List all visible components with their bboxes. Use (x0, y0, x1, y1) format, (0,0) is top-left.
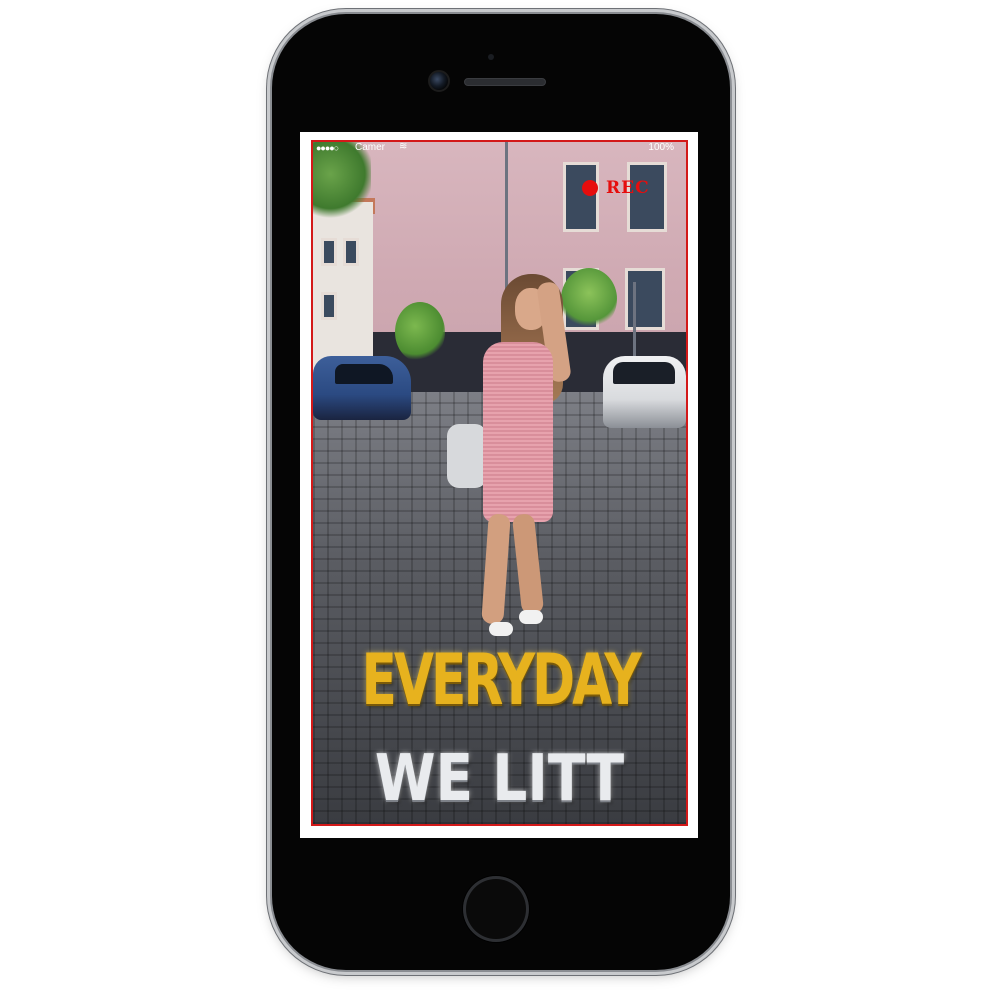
home-button[interactable] (463, 876, 529, 942)
front-camera-icon (428, 70, 450, 92)
phone-power-button[interactable] (730, 198, 736, 250)
proximity-sensor (488, 54, 494, 60)
status-bar: ●●●●○ Camer ≋ 100% (313, 141, 686, 154)
earpiece-speaker (464, 78, 546, 86)
headline-we-litt: WE LITT (374, 742, 625, 816)
rec-indicator: REC (582, 178, 650, 198)
headline-everyday: EVERYDAY (361, 639, 641, 721)
wifi-icon: ≋ (399, 141, 408, 152)
signal-icon: ●●●●○ (316, 143, 339, 153)
carrier-label: Camer (355, 142, 386, 153)
record-dot-icon (582, 180, 598, 196)
rec-label: REC (606, 178, 650, 198)
snap-filter-frame (311, 140, 688, 826)
battery-label: 100% (648, 142, 674, 153)
